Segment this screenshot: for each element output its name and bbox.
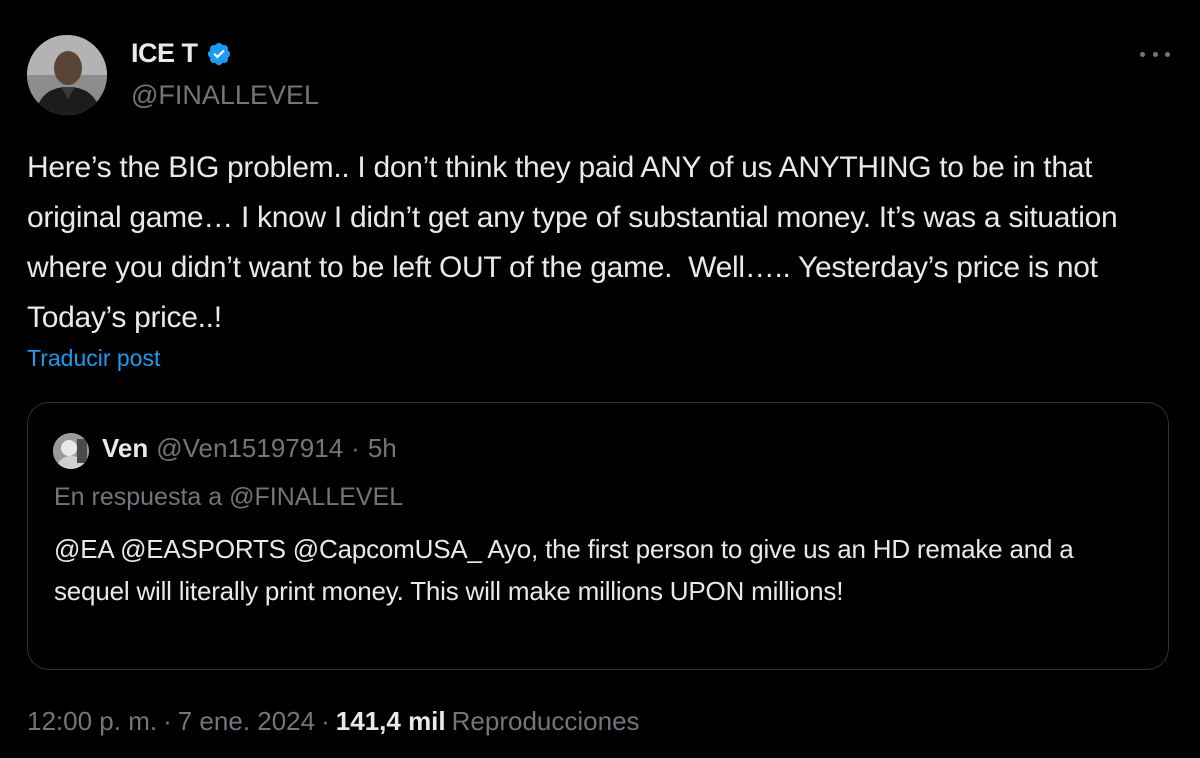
more-options-icon[interactable] (1140, 42, 1170, 66)
quoted-author-avatar[interactable] (53, 433, 89, 469)
tweet-card: ICE T @FINALLEVEL Here’s the BIG problem… (0, 0, 1200, 758)
author-display-name[interactable]: ICE T (131, 38, 198, 69)
quoted-timestamp[interactable]: 5h (368, 433, 397, 464)
verified-badge-icon[interactable] (206, 41, 232, 67)
meta-separator: · (163, 706, 172, 736)
quoted-display-name[interactable]: Ven (102, 433, 148, 464)
tweet-meta: 12:00 p. m. · 7 ene. 2024 · 141,4 mil Re… (27, 706, 640, 737)
profile-photo-icon (27, 35, 107, 115)
quoted-separator: · (351, 433, 360, 463)
author-name-row[interactable]: ICE T (131, 38, 232, 69)
author-avatar[interactable] (27, 35, 107, 115)
views-count[interactable]: 141,4 mil (336, 706, 446, 737)
tweet-time[interactable]: 12:00 p. m. (27, 706, 157, 737)
translate-post-link[interactable]: Traducir post (27, 345, 160, 372)
quoted-reply-context: En respuesta a @FINALLEVEL (54, 483, 404, 511)
tweet-text: Here’s the BIG problem.. I don’t think t… (27, 151, 1126, 334)
quoted-text: @EA @EASPORTS @CapcomUSA_ Ayo, the first… (54, 534, 1074, 606)
tweet-date[interactable]: 7 ene. 2024 (178, 706, 315, 737)
views-label[interactable]: Reproducciones (452, 706, 640, 737)
quoted-profile-photo-icon (53, 433, 89, 469)
author-handle[interactable]: @FINALLEVEL (131, 80, 319, 111)
meta-separator: · (321, 706, 330, 736)
quoted-header: Ven @Ven15197914 · 5h (102, 433, 397, 464)
quoted-tweet[interactable]: Ven @Ven15197914 · 5h En respuesta a @FI… (27, 402, 1169, 670)
quoted-handle[interactable]: @Ven15197914 (156, 433, 343, 464)
